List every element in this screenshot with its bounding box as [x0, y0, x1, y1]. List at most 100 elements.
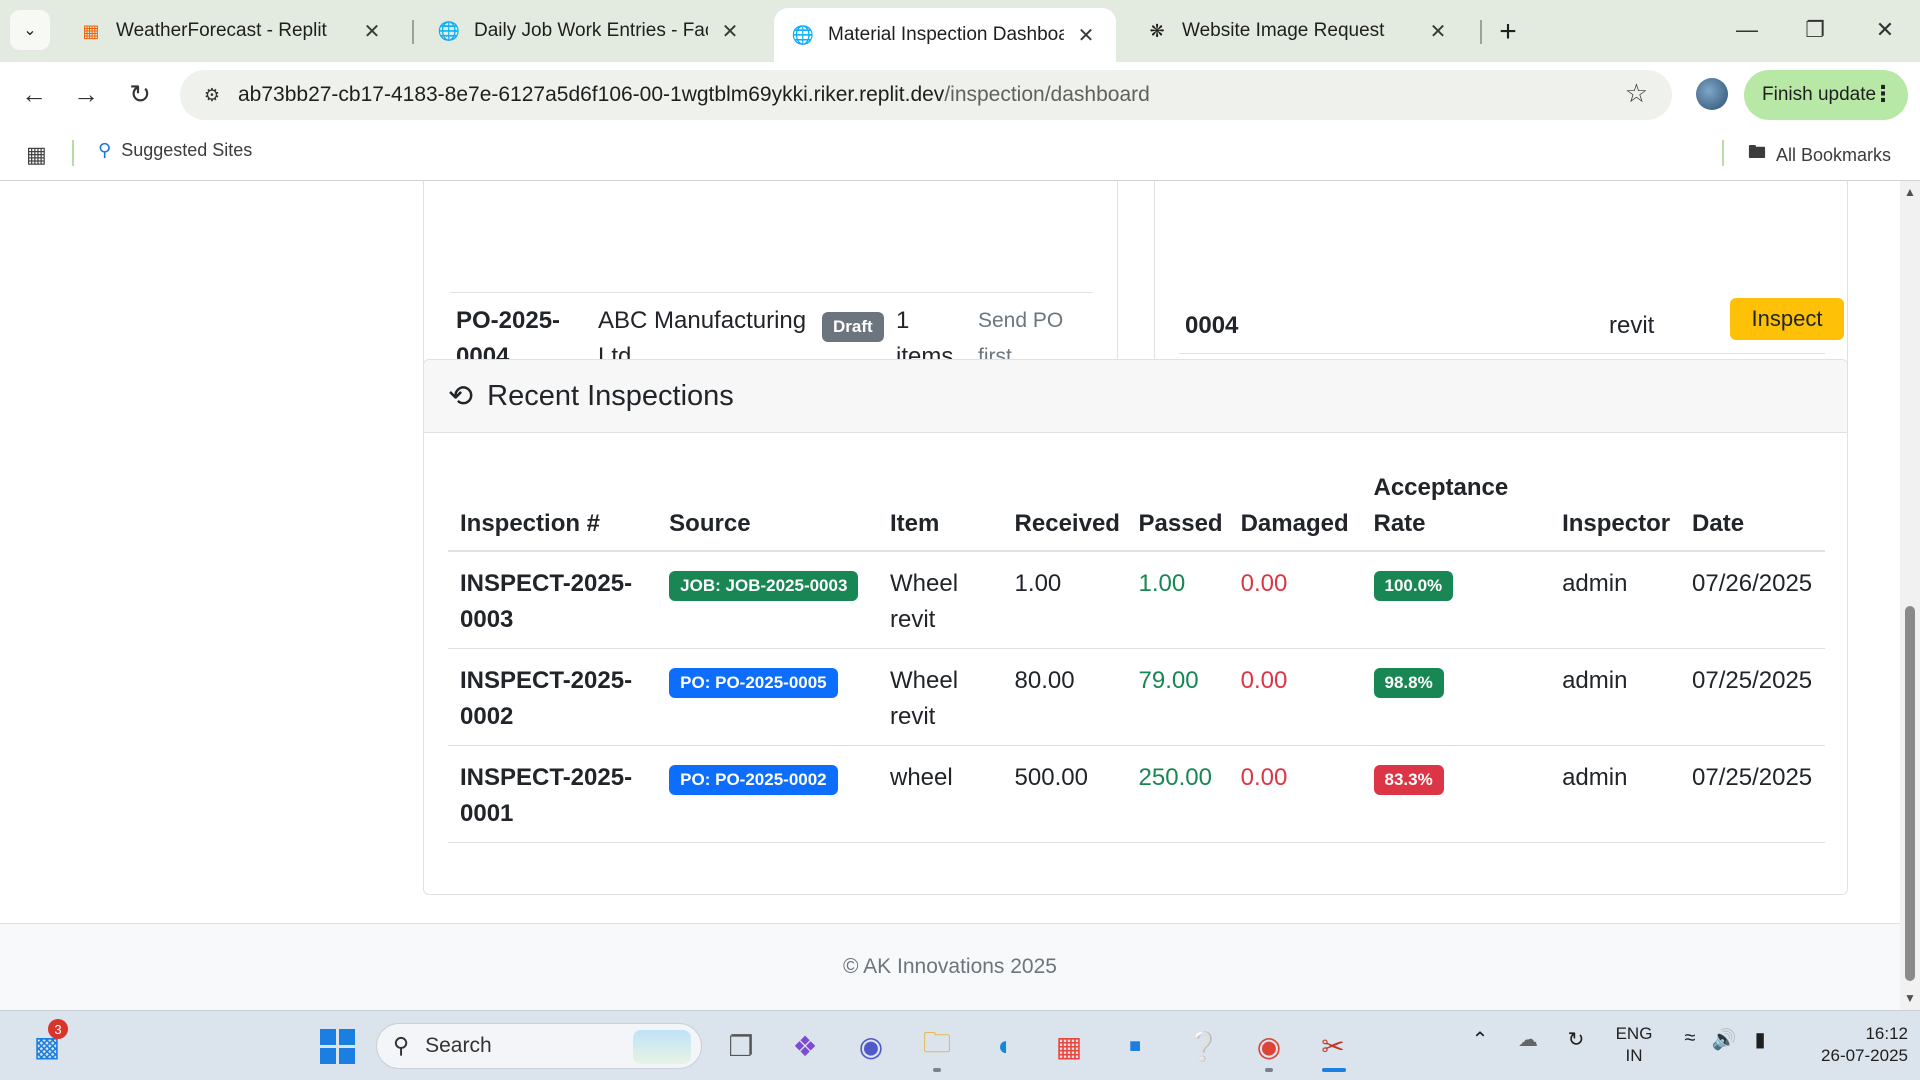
inspect-button[interactable]: Inspect: [1730, 298, 1844, 340]
column-header: Inspector: [1550, 470, 1681, 552]
acceptance-cell: 100.0%: [1361, 551, 1551, 649]
scroll-up-icon[interactable]: ▲: [1904, 185, 1916, 199]
inspection-date: 07/25/2025: [1680, 745, 1825, 843]
folder-icon: 🖿: [1748, 142, 1766, 162]
url-host: ab73bb27-cb17-4183-8e7e-6127a5d6f106-00-…: [238, 83, 945, 106]
sync-icon[interactable]: ↻: [1562, 1027, 1590, 1052]
column-header: Received: [1002, 470, 1127, 552]
bookmark-star-icon[interactable]: ☆: [1625, 78, 1648, 109]
finish-update-button[interactable]: Finish update ⋮: [1744, 70, 1908, 120]
snipping-tool-icon[interactable]: ✂: [1312, 1025, 1354, 1067]
source-badge: PO: PO-2025-0002: [669, 765, 838, 795]
active-app-indicator: [1322, 1068, 1346, 1072]
url-path: /inspection/dashboard: [944, 83, 1150, 106]
close-window-button[interactable]: ✕: [1860, 10, 1910, 50]
bookmarks-separator: [1722, 140, 1724, 166]
language-code: ENG: [1615, 1024, 1653, 1043]
onedrive-icon[interactable]: ☁: [1514, 1027, 1542, 1052]
page-scrollbar[interactable]: ▲ ▼: [1900, 181, 1920, 1010]
system-clock[interactable]: 16:12 26-07-2025: [1812, 1023, 1908, 1067]
apps-grid-icon[interactable]: ▦: [26, 142, 50, 167]
bookmark-suggested-sites[interactable]: ⚲ Suggested Sites: [98, 140, 252, 161]
table-row[interactable]: INSPECT-2025-0002 PO: PO-2025-0005 Wheel…: [448, 648, 1825, 746]
passed-qty: 250.00: [1126, 745, 1229, 843]
forward-button[interactable]: →: [66, 74, 106, 114]
tab-daily-job-work[interactable]: 🌐 Daily Job Work Entries - Factory ✕: [420, 8, 760, 54]
item-name: Wheel revit: [878, 551, 1003, 649]
site-info-icon[interactable]: ⚙: [192, 75, 232, 115]
address-bar[interactable]: ⚙ ab73bb27-cb17-4183-8e7e-6127a5d6f106-0…: [180, 70, 1672, 120]
tab-material-inspection[interactable]: 🌐 Material Inspection Dashboard ✕: [774, 8, 1116, 62]
task-view-icon[interactable]: ❐: [720, 1025, 762, 1067]
item-name: wheel: [878, 745, 1003, 843]
passed-qty: 79.00: [1126, 648, 1229, 746]
reload-icon: ↻: [129, 78, 151, 109]
damaged-qty: 0.00: [1228, 745, 1362, 843]
source-cell: PO: PO-2025-0002: [657, 745, 878, 843]
profile-avatar[interactable]: [1696, 78, 1728, 110]
reload-button[interactable]: ↻: [120, 74, 160, 114]
acceptance-cell: 98.8%: [1361, 648, 1551, 746]
scrollbar-thumb[interactable]: [1905, 606, 1915, 981]
all-bookmarks-button[interactable]: 🖿 All Bookmarks: [1748, 140, 1891, 170]
damaged-qty: 0.00: [1228, 551, 1362, 649]
volume-icon[interactable]: 🔊: [1710, 1027, 1738, 1052]
clock-date: 26-07-2025: [1821, 1046, 1908, 1065]
scroll-down-icon[interactable]: ▼: [1904, 991, 1916, 1005]
url-text[interactable]: ab73bb27-cb17-4183-8e7e-6127a5d6f106-00-…: [238, 83, 1150, 107]
card-header: ⟲ Recent Inspections: [424, 360, 1847, 433]
myhp-icon[interactable]: ■: [1114, 1025, 1156, 1067]
copilot-icon[interactable]: ❖: [784, 1025, 826, 1067]
tab-title: Website Image Request: [1182, 20, 1385, 41]
clock-time: 16:12: [1865, 1024, 1908, 1043]
language-indicator[interactable]: ENG IN: [1614, 1023, 1654, 1067]
received-qty: 1.00: [1002, 551, 1127, 649]
close-icon[interactable]: ✕: [1074, 23, 1098, 47]
inspection-date: 07/26/2025: [1680, 551, 1825, 649]
column-header: Acceptance Rate: [1361, 470, 1551, 552]
restore-icon: ❐: [1805, 17, 1825, 42]
inspector-name: admin: [1550, 551, 1681, 649]
table-row[interactable]: INSPECT-2025-0001 PO: PO-2025-0002 wheel…: [448, 745, 1825, 843]
inspection-date: 07/25/2025: [1680, 648, 1825, 746]
new-tab-button[interactable]: +: [1490, 14, 1526, 50]
restore-button[interactable]: ❐: [1790, 10, 1840, 50]
battery-icon[interactable]: ▮: [1746, 1027, 1774, 1052]
browser-chrome: ⌄ ▦ WeatherForecast - Replit ✕ 🌐 Daily J…: [0, 0, 1920, 181]
teams-icon[interactable]: ◉: [850, 1025, 892, 1067]
page-footer: © AK Innovations 2025: [0, 923, 1900, 1010]
more-menu-icon[interactable]: ⋮: [1872, 81, 1894, 107]
acceptance-rate-badge: 98.8%: [1373, 668, 1444, 698]
taskbar-search[interactable]: ⚲ Search: [376, 1023, 702, 1069]
column-header: Passed: [1126, 470, 1229, 552]
chrome-icon[interactable]: ◉: [1248, 1025, 1290, 1067]
table-row: 0004 revit Inspect: [1179, 298, 1844, 354]
back-button[interactable]: ←: [14, 74, 54, 114]
passed-qty: 1.00: [1126, 551, 1229, 649]
tab-strip: ⌄ ▦ WeatherForecast - Replit ✕ 🌐 Daily J…: [0, 0, 1920, 62]
minimize-button[interactable]: —: [1722, 10, 1772, 50]
file-explorer-icon[interactable]: 🗀: [916, 1025, 958, 1067]
close-icon[interactable]: ✕: [718, 19, 742, 43]
start-button[interactable]: [316, 1025, 358, 1067]
acceptance-rate-badge: 83.3%: [1373, 765, 1444, 795]
table-row[interactable]: INSPECT-2025-0003 JOB: JOB-2025-0003 Whe…: [448, 551, 1825, 649]
received-qty: 500.00: [1002, 745, 1127, 843]
minimize-icon: —: [1736, 17, 1758, 42]
source-badge: JOB: JOB-2025-0003: [669, 571, 859, 601]
tab-search-button[interactable]: ⌄: [10, 10, 50, 50]
running-indicator: [1265, 1068, 1273, 1072]
inspection-number: INSPECT-2025-0002: [448, 648, 658, 746]
close-icon[interactable]: ✕: [1426, 19, 1450, 43]
replit-icon: ▦: [82, 20, 100, 41]
tab-weatherforecast[interactable]: ▦ WeatherForecast - Replit ✕: [62, 8, 402, 54]
card-title: Recent Inspections: [487, 379, 734, 412]
edge-icon[interactable]: ◖: [982, 1025, 1024, 1067]
chevron-up-icon[interactable]: ⌃: [1468, 1027, 1492, 1052]
tab-website-image-request[interactable]: ❋ Website Image Request ✕: [1128, 8, 1468, 54]
get-help-icon[interactable]: ❔: [1182, 1025, 1224, 1067]
close-icon[interactable]: ✕: [360, 19, 384, 43]
bookmark-label: Suggested Sites: [121, 140, 253, 160]
wifi-icon[interactable]: ≈: [1676, 1027, 1704, 1050]
microsoft-store-icon[interactable]: ▦: [1048, 1025, 1090, 1067]
